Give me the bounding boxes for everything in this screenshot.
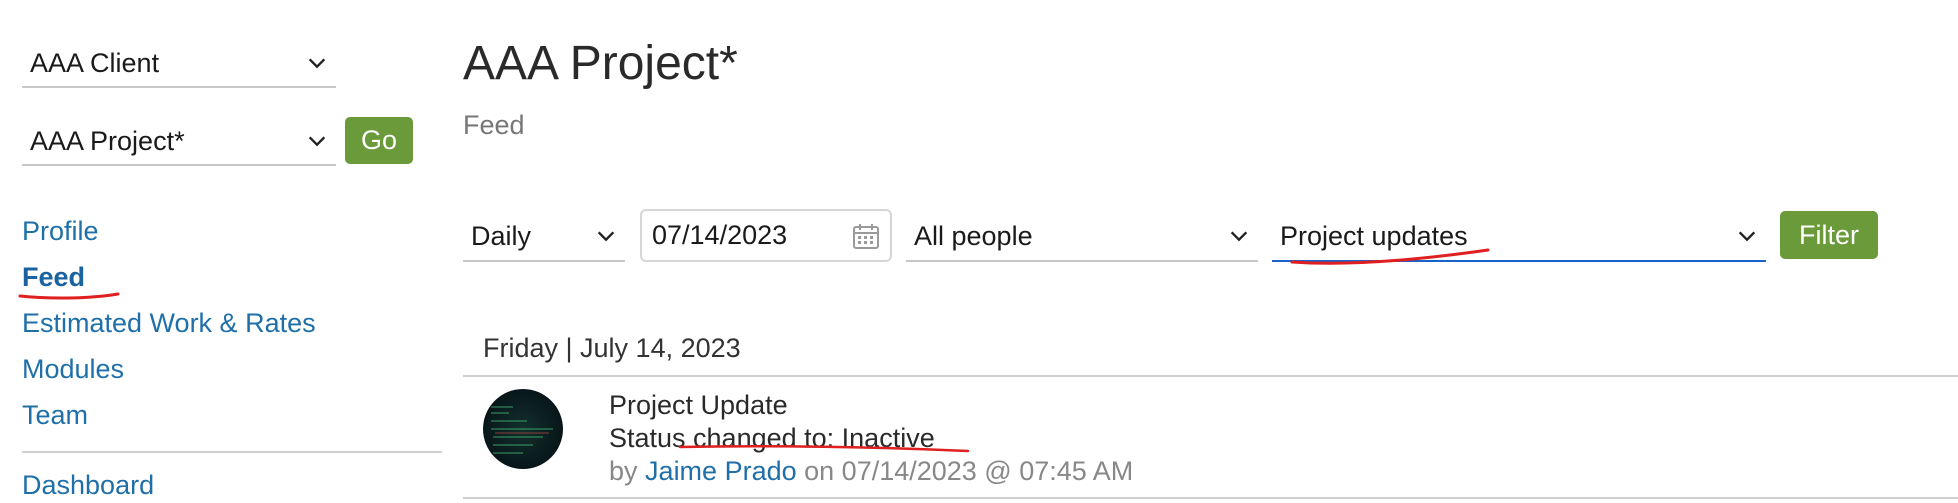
avatar-image	[491, 406, 553, 454]
day-header: Friday | July 14, 2023	[483, 333, 741, 363]
sidebar-item-modules[interactable]: Modules	[22, 354, 124, 385]
update-type-select[interactable]: Project updates	[1272, 212, 1766, 262]
feed-entry-detail: Status changed to: Inactive	[609, 423, 935, 453]
feed-entry-timestamp: on 07/14/2023 @ 07:45 AM	[804, 456, 1134, 486]
page-subtitle: Feed	[463, 110, 525, 140]
date-input-value: 07/14/2023	[652, 220, 788, 250]
date-input[interactable]: 07/14/2023	[640, 209, 892, 262]
project-select[interactable]: AAA Project*	[22, 118, 336, 166]
update-type-select-value: Project updates	[1280, 220, 1468, 251]
page-title: AAA Project*	[463, 37, 738, 90]
by-prefix: by	[609, 456, 638, 486]
client-select-value: AAA Client	[30, 47, 160, 78]
period-select[interactable]: Daily	[463, 212, 625, 262]
people-select-value: All people	[914, 220, 1033, 251]
author-link[interactable]: Jaime Prado	[645, 456, 797, 486]
chevron-down-icon	[1738, 231, 1756, 242]
sidebar-item-profile[interactable]: Profile	[22, 216, 99, 247]
calendar-icon[interactable]	[852, 222, 880, 250]
feed-entry-title: Project Update	[609, 390, 788, 420]
filter-button[interactable]: Filter	[1780, 211, 1878, 259]
sidebar-item-feed[interactable]: Feed	[22, 262, 85, 293]
client-select[interactable]: AAA Client	[22, 40, 336, 88]
sidebar-item-dashboard[interactable]: Dashboard	[22, 470, 154, 501]
go-button[interactable]: Go	[345, 117, 413, 164]
day-divider	[463, 375, 1958, 377]
chevron-down-icon	[308, 136, 326, 147]
period-select-value: Daily	[471, 220, 532, 251]
chevron-down-icon	[308, 58, 326, 69]
feed-entry-meta: by Jaime Prado on 07/14/2023 @ 07:45 AM	[609, 456, 1133, 487]
sidebar-divider	[22, 451, 442, 453]
chevron-down-icon	[597, 231, 615, 242]
sidebar-item-estimated-work-rates[interactable]: Estimated Work & Rates	[22, 308, 316, 339]
people-select[interactable]: All people	[906, 212, 1258, 262]
chevron-down-icon	[1230, 231, 1248, 242]
project-select-value: AAA Project*	[30, 125, 185, 156]
avatar	[483, 389, 563, 469]
sidebar-item-team[interactable]: Team	[22, 400, 88, 431]
feed-entry-divider	[463, 497, 1958, 499]
